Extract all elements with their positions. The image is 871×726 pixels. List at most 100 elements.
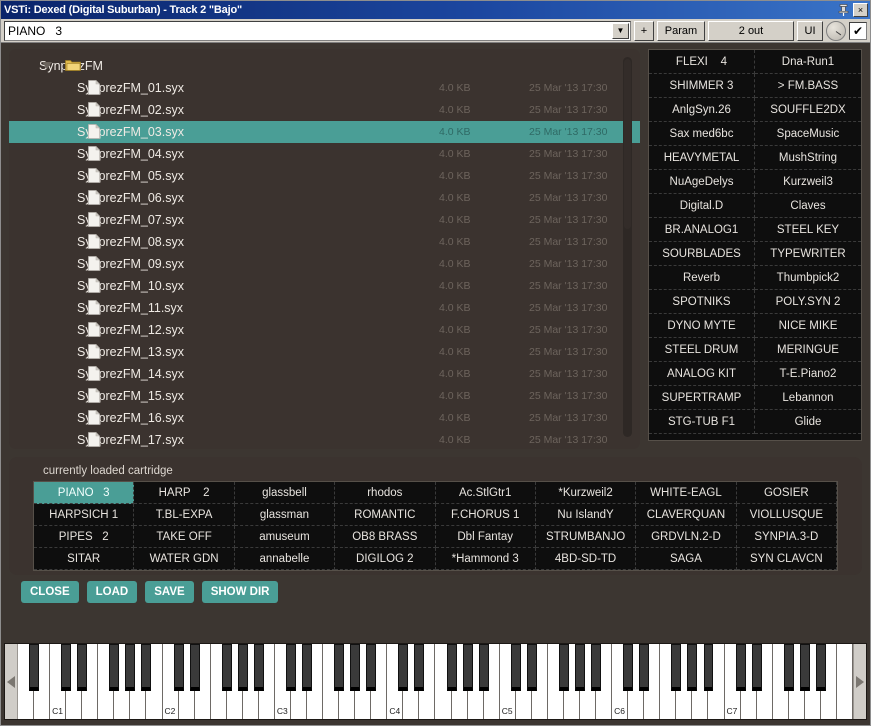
preset-cell[interactable]: SHIMMER 3 [649, 74, 755, 98]
tree-row-file[interactable]: SynprezFM_01.syx 4.0 KB 25 Mar '13 17:30 [9, 77, 640, 99]
chevron-down-icon[interactable]: ▼ [612, 22, 629, 39]
black-key[interactable] [125, 644, 136, 691]
tree-row-file[interactable]: SynprezFM_09.syx 4.0 KB 25 Mar '13 17:30 [9, 253, 640, 275]
cartridge-slot[interactable]: SYN CLAVCN [736, 548, 837, 570]
cartridge-slot[interactable]: PIPES 2 [34, 526, 135, 548]
tree-row-file[interactable]: SynprezFM_16.syx 4.0 KB 25 Mar '13 17:30 [9, 407, 640, 429]
black-key[interactable] [735, 644, 746, 691]
cartridge-slot[interactable]: glassbell [234, 482, 336, 504]
tree-row-file[interactable]: SynprezFM_08.syx 4.0 KB 25 Mar '13 17:30 [9, 231, 640, 253]
cartridge-slot[interactable]: annabelle [234, 548, 336, 570]
tree-row-file[interactable]: SynprezFM_06.syx 4.0 KB 25 Mar '13 17:30 [9, 187, 640, 209]
preset-cell[interactable]: Lebannon [755, 386, 861, 410]
black-key[interactable] [366, 644, 377, 691]
black-key[interactable] [783, 644, 794, 691]
cartridge-slot[interactable]: VIOLLUSQUE [736, 504, 837, 526]
black-key[interactable] [623, 644, 634, 691]
preset-cell[interactable]: POLY.SYN 2 [755, 290, 861, 314]
black-key[interactable] [173, 644, 184, 691]
black-key[interactable] [687, 644, 698, 691]
preset-cell[interactable]: SpaceMusic [755, 122, 861, 146]
preset-cell[interactable]: Reverb [649, 266, 755, 290]
chevron-down-icon[interactable] [42, 62, 52, 69]
tree-row-file[interactable]: SynprezFM_04.syx 4.0 KB 25 Mar '13 17:30 [9, 143, 640, 165]
preset-cell[interactable]: MushString [755, 146, 861, 170]
cartridge-slot[interactable]: SAGA [636, 548, 737, 570]
tree-row-file[interactable]: SynprezFM_07.syx 4.0 KB 25 Mar '13 17:30 [9, 209, 640, 231]
black-key[interactable] [334, 644, 345, 691]
black-key[interactable] [237, 644, 248, 691]
cartridge-slot[interactable]: OB8 BRASS [335, 526, 436, 548]
black-key[interactable] [462, 644, 473, 691]
keyboard-scroll-left[interactable] [5, 644, 18, 719]
black-key[interactable] [221, 644, 232, 691]
cartridge-slot[interactable]: DIGILOG 2 [335, 548, 436, 570]
file-list[interactable]: SynprezFMSynprezFM_01.syx4.0 KB25 Mar '1… [9, 55, 640, 449]
preset-cell[interactable]: DYNO MYTE [649, 314, 755, 338]
cartridge-slot[interactable]: STRUMBANJO [535, 526, 637, 548]
cartridge-slot[interactable]: WHITE-EAGL [636, 482, 737, 504]
preset-cell[interactable]: Dna-Run1 [755, 50, 861, 74]
preset-cell[interactable]: BR.ANALOG1 [649, 218, 755, 242]
preset-cell[interactable]: Digital.D [649, 194, 755, 218]
preset-cell[interactable]: MERINGUE [755, 338, 861, 362]
preset-cell[interactable]: TYPEWRITER [755, 242, 861, 266]
preset-select[interactable]: PIANO 3 ▼ [4, 20, 631, 41]
preset-cell[interactable]: AnlgSyn.26 [649, 98, 755, 122]
enable-checkbox[interactable]: ✔ [849, 21, 867, 40]
preset-cell[interactable]: Sax med6bc [649, 122, 755, 146]
black-key[interactable] [558, 644, 569, 691]
preset-cell[interactable]: STG-TUB F1 [649, 410, 755, 434]
black-key[interactable] [414, 644, 425, 691]
preset-cell[interactable]: > FM.BASS [755, 74, 861, 98]
black-key[interactable] [189, 644, 200, 691]
cartridge-slot[interactable]: PIANO 3 [34, 482, 135, 504]
preset-cell[interactable]: STEEL DRUM [649, 338, 755, 362]
cartridge-slot[interactable]: HARPSICH 1 [34, 504, 135, 526]
preset-cell[interactable]: SPOTNIKS [649, 290, 755, 314]
preset-cell[interactable]: Thumbpick2 [755, 266, 861, 290]
preset-cell[interactable]: Kurzweil3 [755, 170, 861, 194]
preset-cell[interactable]: NICE MIKE [755, 314, 861, 338]
show-dir-button[interactable]: SHOW DIR [201, 581, 279, 603]
black-key[interactable] [510, 644, 521, 691]
cartridge-slot[interactable]: glassman [234, 504, 336, 526]
preset-cell[interactable]: SOURBLADES [649, 242, 755, 266]
black-key[interactable] [302, 644, 312, 691]
black-key[interactable] [671, 644, 682, 691]
cartridge-slot[interactable]: Nu IslandY [535, 504, 637, 526]
cartridge-slot[interactable]: GOSIER [736, 482, 837, 504]
black-key[interactable] [350, 644, 361, 691]
tree-row-file[interactable]: SynprezFM_17.syx 4.0 KB 25 Mar '13 17:30 [9, 429, 640, 449]
tree-row-file[interactable]: SynprezFM_15.syx 4.0 KB 25 Mar '13 17:30 [9, 385, 640, 407]
tree-row-file[interactable]: SynprezFM_11.syx 4.0 KB 25 Mar '13 17:30 [9, 297, 640, 319]
preset-cell[interactable]: NuAgeDelys [649, 170, 755, 194]
cartridge-slot[interactable]: *Kurzweil2 [535, 482, 637, 504]
black-key[interactable] [526, 644, 537, 691]
cartridge-slot[interactable]: amuseum [234, 526, 336, 548]
add-preset-button[interactable]: + [634, 20, 654, 41]
cartridge-slot[interactable]: SITAR [34, 548, 135, 570]
save-button[interactable]: SAVE [145, 581, 194, 603]
cartridge-slot[interactable]: T.BL-EXPA [134, 504, 235, 526]
black-key[interactable] [253, 644, 264, 691]
pin-icon[interactable] [835, 2, 851, 18]
file-list-scrollbar[interactable] [623, 57, 632, 437]
black-key[interactable] [141, 644, 152, 691]
close-button[interactable]: CLOSE [21, 581, 79, 603]
black-key[interactable] [591, 644, 602, 691]
cartridge-slot[interactable]: HARP 2 [134, 482, 235, 504]
black-key[interactable] [109, 644, 120, 691]
tree-row-file[interactable]: SynprezFM_02.syx 4.0 KB 25 Mar '13 17:30 [9, 99, 640, 121]
tree-row-file[interactable]: SynprezFM_13.syx 4.0 KB 25 Mar '13 17:30 [9, 341, 640, 363]
cartridge-slot[interactable]: GRDVLN.2-D [636, 526, 737, 548]
black-key[interactable] [703, 644, 714, 691]
cartridge-slot[interactable]: rhodos [335, 482, 436, 504]
tree-row-file[interactable]: SynprezFM_12.syx 4.0 KB 25 Mar '13 17:30 [9, 319, 640, 341]
preset-cell[interactable]: T-E.Piano2 [755, 362, 861, 386]
knob-icon[interactable] [826, 20, 846, 41]
cartridge-slot[interactable]: ROMANTIC [335, 504, 436, 526]
tree-row-file[interactable]: SynprezFM_03.syx 4.0 KB 25 Mar '13 17:30 [9, 121, 640, 143]
preset-cell[interactable]: SOUFFLE2DX [755, 98, 861, 122]
cartridge-slot[interactable]: WATER GDN [134, 548, 235, 570]
